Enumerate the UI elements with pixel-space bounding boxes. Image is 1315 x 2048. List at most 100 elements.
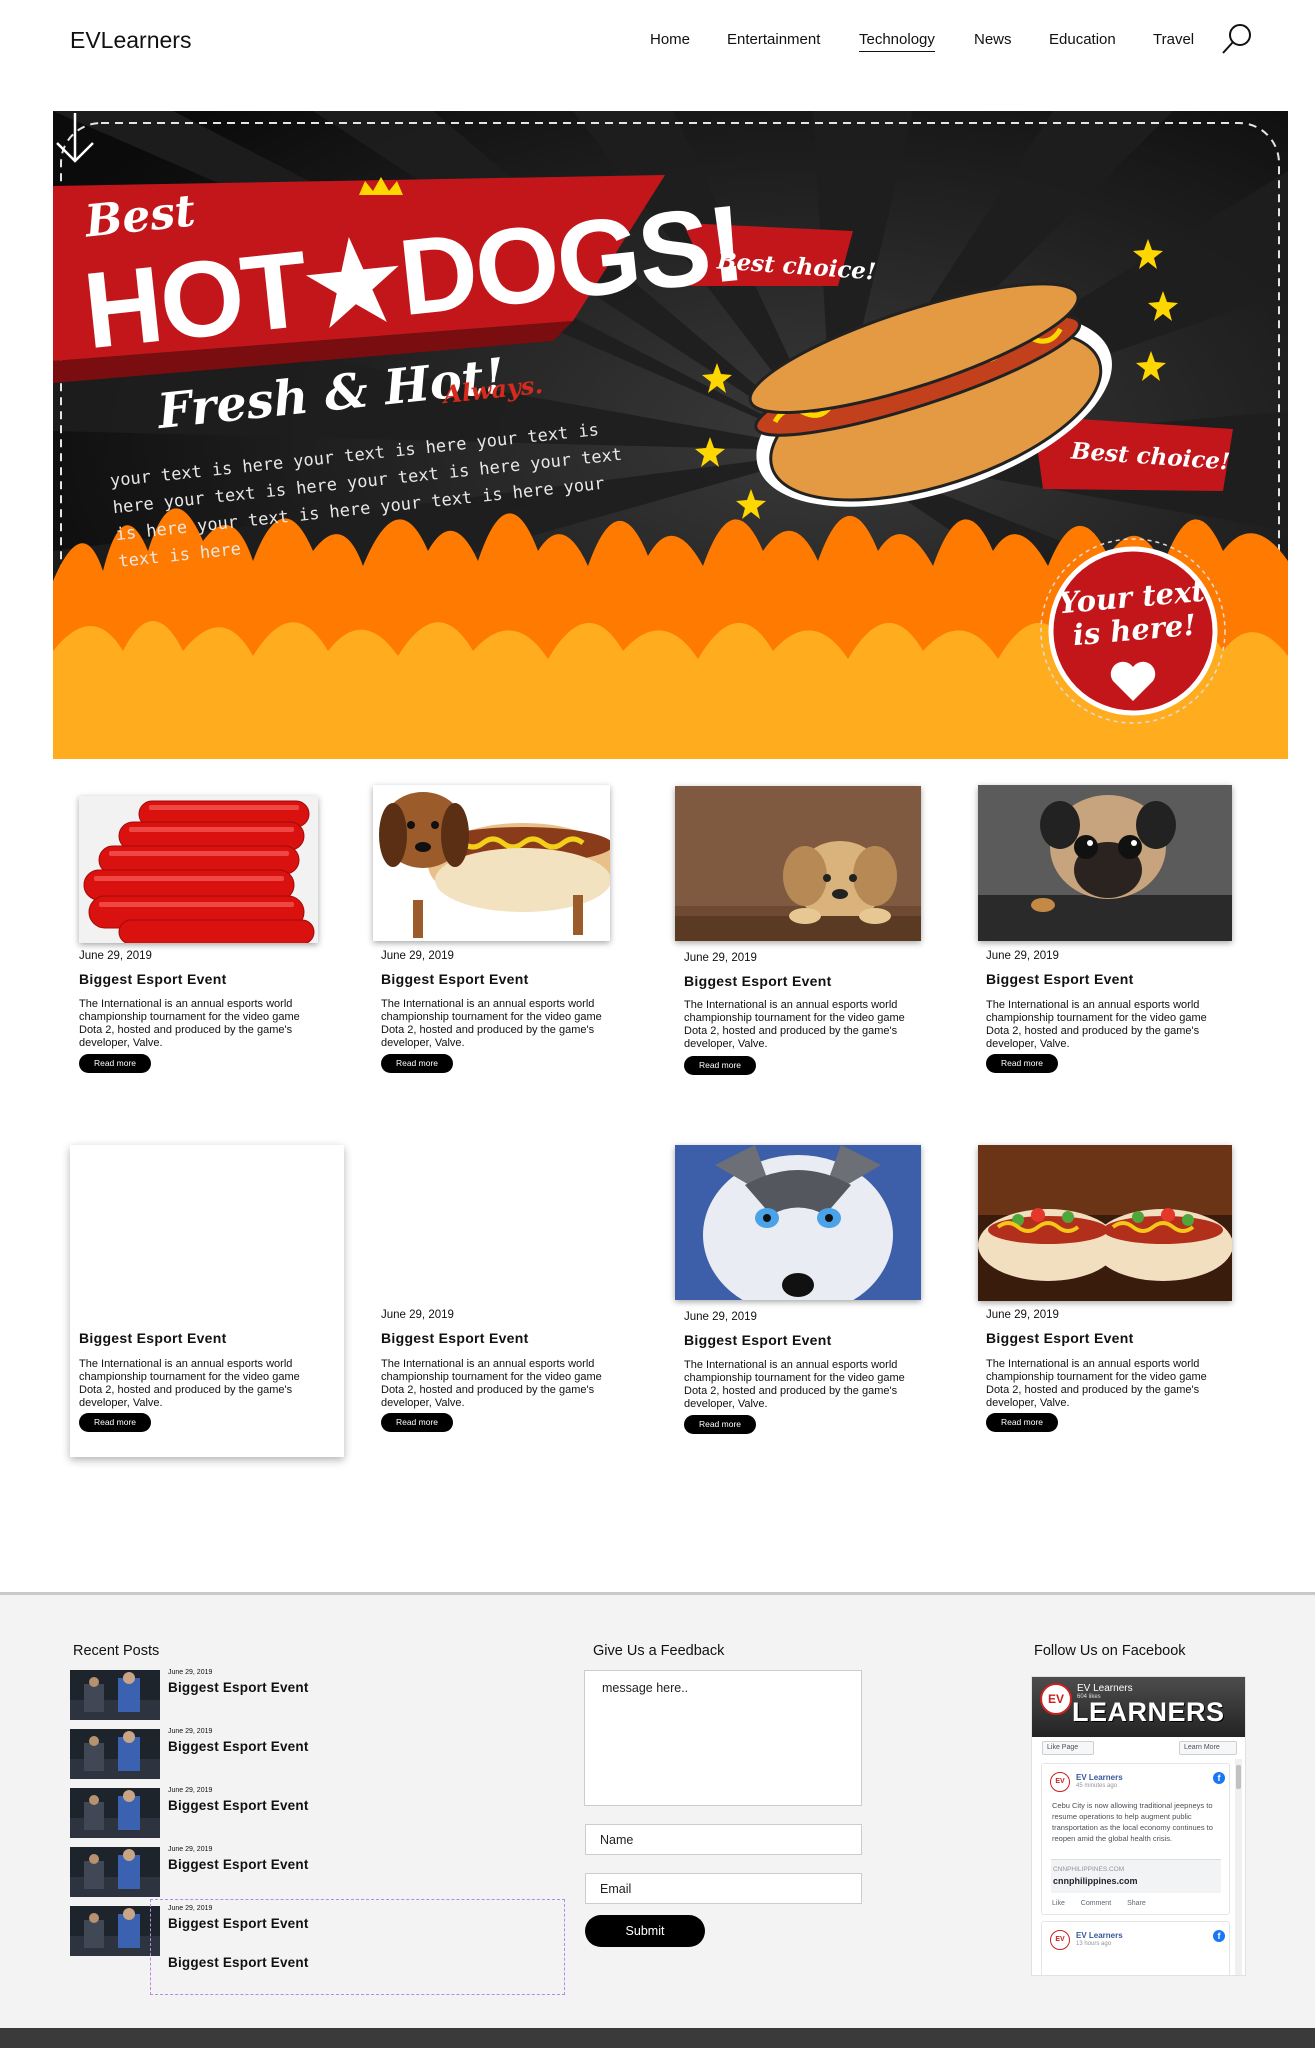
nav-entertainment[interactable]: Entertainment: [727, 31, 820, 48]
submit-button[interactable]: Submit: [585, 1915, 705, 1947]
post-author[interactable]: EV Learners: [1076, 1931, 1123, 1940]
card-date: June 29, 2019: [79, 950, 152, 962]
card-description: The International is an annual esports w…: [684, 999, 905, 1050]
site-logo[interactable]: EVLearners: [70, 27, 191, 54]
card-image-golden-puppy[interactable]: [675, 786, 921, 941]
card-description: The International is an annual esports w…: [986, 1358, 1207, 1409]
post-time[interactable]: 45 minutes ago: [1076, 1783, 1117, 1789]
read-more-button[interactable]: Read more: [381, 1413, 453, 1432]
search-icon[interactable]: [1220, 22, 1254, 56]
recent-post-thumbnail[interactable]: [70, 1788, 160, 1838]
card-image-dachshund[interactable]: [373, 785, 610, 941]
card-title[interactable]: Biggest Esport Event: [986, 1330, 1134, 1346]
message-textarea[interactable]: [584, 1670, 862, 1806]
site-header: EVLearners Home Entertainment Technology…: [0, 0, 1315, 84]
recent-post-date: June 29, 2019: [168, 1787, 213, 1794]
recent-post-date: June 29, 2019: [168, 1846, 213, 1853]
card-description: The International is an annual esports w…: [684, 1359, 905, 1410]
post-like-action[interactable]: Like: [1052, 1900, 1065, 1907]
card-title[interactable]: Biggest Esport Event: [684, 1332, 832, 1348]
recent-post-title[interactable]: Biggest Esport Event: [168, 1680, 309, 1695]
nav-news[interactable]: News: [974, 31, 1012, 48]
esport-thumbnail-image: [70, 1670, 160, 1720]
dachshund-hotdog-image: [373, 785, 610, 941]
facebook-brand-text: LEARNERS: [1072, 1697, 1225, 1727]
name-input[interactable]: [585, 1824, 862, 1855]
card-title[interactable]: Biggest Esport Event: [381, 1330, 529, 1346]
recent-post-title[interactable]: Biggest Esport Event: [168, 1955, 309, 1970]
facebook-page-name[interactable]: EV Learners: [1077, 1683, 1133, 1694]
card-image-pug[interactable]: [978, 785, 1232, 941]
facebook-page-widget[interactable]: EV EV Learners 604 likes LEARNERS Like P…: [1031, 1676, 1246, 1976]
card-title[interactable]: Biggest Esport Event: [79, 971, 227, 987]
recent-post-thumbnail[interactable]: [70, 1670, 160, 1720]
card-image-sausages[interactable]: [79, 796, 318, 943]
esport-thumbnail-image: [70, 1729, 160, 1779]
blank-card: [70, 1145, 344, 1457]
card-title[interactable]: Biggest Esport Event: [381, 971, 529, 987]
nav-home[interactable]: Home: [650, 31, 690, 48]
card-description: The International is an annual esports w…: [79, 998, 300, 1049]
like-page-button[interactable]: Like Page: [1042, 1741, 1094, 1755]
recent-post-title[interactable]: Biggest Esport Event: [168, 1739, 309, 1754]
post-time[interactable]: 13 hours ago: [1076, 1941, 1111, 1947]
recent-post-thumbnail[interactable]: [70, 1847, 160, 1897]
card-description: The International is an annual esports w…: [986, 999, 1207, 1050]
pug-image: [978, 785, 1232, 941]
card-description: The International is an annual esports w…: [381, 1358, 602, 1409]
nav-education[interactable]: Education: [1049, 31, 1116, 48]
recent-post-date: June 29, 2019: [168, 1728, 213, 1735]
card-date: June 29, 2019: [684, 1311, 757, 1323]
recent-post-thumbnail[interactable]: [70, 1729, 160, 1779]
learn-more-button[interactable]: Learn More: [1179, 1741, 1237, 1755]
facebook-cover[interactable]: EV EV Learners 604 likes LEARNERS: [1032, 1677, 1245, 1737]
recent-post-title[interactable]: Biggest Esport Event: [168, 1857, 309, 1872]
post-body: Cebu City is now allowing traditional je…: [1052, 1801, 1213, 1843]
post-author[interactable]: EV Learners: [1076, 1773, 1123, 1782]
card-title[interactable]: Biggest Esport Event: [79, 1330, 227, 1346]
card-date: June 29, 2019: [381, 950, 454, 962]
hotdogs-image: [978, 1145, 1232, 1301]
link-domain: CNNPHILIPPINES.COM: [1053, 1866, 1125, 1873]
read-more-button[interactable]: Read more: [381, 1054, 453, 1073]
post-share-action[interactable]: Share: [1127, 1900, 1146, 1907]
card-image-husky[interactable]: [675, 1145, 921, 1300]
read-more-button[interactable]: Read more: [986, 1413, 1058, 1432]
link-title: cnnphilippines.com: [1053, 1876, 1138, 1886]
post-comment-action[interactable]: Comment: [1081, 1900, 1111, 1907]
card-date: June 29, 2019: [684, 952, 757, 964]
card-date: June 29, 2019: [381, 1309, 454, 1321]
post-avatar[interactable]: EV: [1050, 1772, 1070, 1792]
read-more-button[interactable]: Read more: [684, 1415, 756, 1434]
hero-badge-text: Your text is here!: [1057, 573, 1206, 653]
bottom-bar: [0, 2028, 1315, 2048]
golden-puppy-image: [675, 786, 921, 941]
nav-technology[interactable]: Technology: [859, 31, 935, 52]
nav-travel[interactable]: Travel: [1153, 31, 1194, 48]
post-actions: Like Comment Share: [1052, 1900, 1160, 1907]
read-more-button[interactable]: Read more: [79, 1413, 151, 1432]
facebook-heading: Follow Us on Facebook: [1034, 1643, 1186, 1659]
recent-post-date: June 29, 2019: [168, 1669, 213, 1676]
post-avatar[interactable]: EV: [1050, 1930, 1070, 1950]
card-title[interactable]: Biggest Esport Event: [684, 973, 832, 989]
read-more-button[interactable]: Read more: [79, 1054, 151, 1073]
recent-post-title[interactable]: Biggest Esport Event: [168, 1798, 309, 1813]
facebook-icon: f: [1213, 1930, 1225, 1942]
card-date: June 29, 2019: [986, 950, 1059, 962]
esport-thumbnail-image: [70, 1788, 160, 1838]
post-link-preview[interactable]: CNNPHILIPPINES.COM cnnphilippines.com: [1051, 1859, 1221, 1893]
esport-thumbnail-image: [70, 1847, 160, 1897]
recent-post-thumbnail[interactable]: [70, 1906, 160, 1956]
card-title[interactable]: Biggest Esport Event: [986, 971, 1134, 987]
sausages-image: [79, 796, 318, 943]
email-input[interactable]: [585, 1873, 862, 1904]
read-more-button[interactable]: Read more: [684, 1056, 756, 1075]
arrow-down-icon[interactable]: [53, 111, 97, 165]
hero-banner: Best HOT★DOGS! Fresh & Hot! Always. your…: [53, 111, 1288, 759]
husky-image: [675, 1145, 921, 1300]
card-image-hotdogs[interactable]: [978, 1145, 1232, 1301]
read-more-button[interactable]: Read more: [986, 1054, 1058, 1073]
scrollbar-thumb[interactable]: [1236, 1765, 1241, 1789]
widget-scrollbar[interactable]: [1235, 1759, 1242, 1975]
